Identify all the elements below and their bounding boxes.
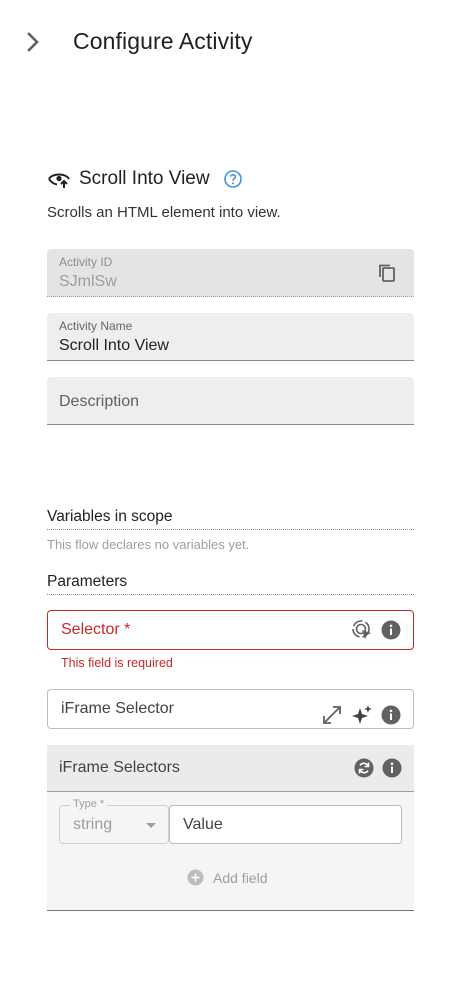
- activity-name-value[interactable]: Scroll Into View: [59, 337, 169, 355]
- chevron-right-icon: [27, 32, 39, 52]
- selector-error-text: This field is required: [61, 656, 173, 670]
- iframe-selector-actions: [321, 696, 401, 734]
- sparkle-icon[interactable]: [351, 704, 373, 726]
- collapse-panel-button[interactable]: [22, 30, 44, 54]
- refresh-circle-icon[interactable]: [354, 758, 374, 778]
- variables-note: This flow declares no variables yet.: [47, 537, 250, 552]
- activity-title: Scroll Into View: [79, 168, 210, 189]
- selector-actions: [351, 611, 401, 649]
- iframe-selector-input[interactable]: iFrame Selector: [47, 689, 414, 729]
- description-field[interactable]: Description: [47, 377, 414, 425]
- type-select-label: Type *: [70, 798, 108, 810]
- iframe-selectors-actions: [354, 745, 402, 791]
- info-icon[interactable]: [381, 620, 401, 640]
- activity-id-field: Activity ID SJmlSw: [47, 249, 414, 297]
- iframe-selectors-header: iFrame Selectors: [47, 745, 414, 792]
- copy-icon[interactable]: [376, 262, 398, 284]
- value-input[interactable]: Value: [169, 805, 402, 844]
- variables-section-title: Variables in scope: [47, 508, 414, 530]
- add-circle-icon: [187, 869, 204, 886]
- type-select-value: string: [73, 816, 113, 833]
- selector-label: Selector *: [61, 621, 131, 638]
- caret-down-icon: [146, 823, 156, 828]
- add-field-button[interactable]: Add field: [187, 869, 267, 886]
- activity-id-label: Activity ID: [59, 255, 113, 269]
- help-circle-icon[interactable]: [223, 169, 243, 189]
- activity-description: Scrolls an HTML element into view.: [47, 204, 281, 221]
- parameters-section-title: Parameters: [47, 573, 414, 595]
- activity-name-field[interactable]: Activity Name Scroll Into View: [47, 313, 414, 361]
- info-icon[interactable]: [382, 758, 402, 778]
- description-placeholder: Description: [59, 393, 140, 410]
- page-title: Configure Activity: [73, 28, 253, 54]
- info-icon[interactable]: [381, 705, 401, 725]
- activity-id-value: SJmlSw: [59, 273, 117, 290]
- panel-header: Configure Activity: [0, 0, 470, 84]
- activity-name-label: Activity Name: [59, 319, 133, 333]
- element-picker-icon[interactable]: [351, 619, 373, 641]
- expand-diagonal-icon[interactable]: [321, 704, 343, 726]
- type-select[interactable]: Type * string: [59, 798, 169, 844]
- iframe-selectors-label: iFrame Selectors: [59, 759, 180, 776]
- iframe-selector-label: iFrame Selector: [61, 700, 174, 717]
- value-input-placeholder: Value: [183, 816, 223, 833]
- iframe-selectors-panel: iFrame Selectors Type * string Value Add…: [47, 745, 414, 911]
- selector-input[interactable]: Selector *: [47, 610, 414, 650]
- activity-heading: Scroll Into View: [47, 164, 414, 194]
- eye-scroll-icon: [48, 173, 70, 188]
- add-field-label: Add field: [213, 869, 268, 886]
